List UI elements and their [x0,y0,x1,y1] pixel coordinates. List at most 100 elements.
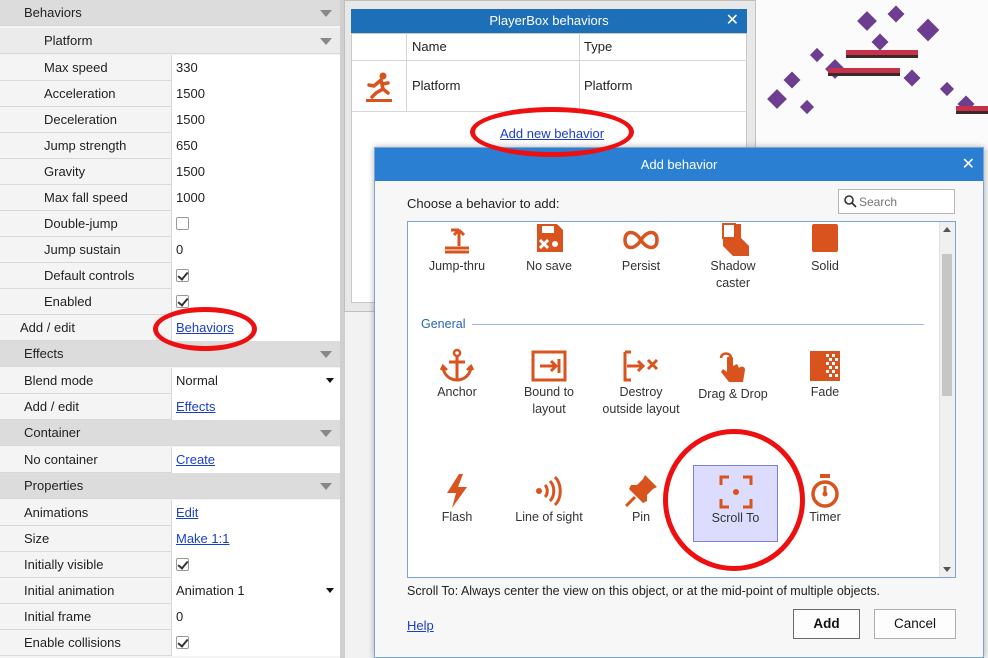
prop-row-deceleration[interactable]: Deceleration 1500 [0,107,340,133]
scrollbar-thumb[interactable] [942,254,952,396]
behavior-tile-scroll-to[interactable]: Scroll To [693,465,778,542]
scroll-to-icon [719,475,752,509]
add-behavior-dialog: Add behavior ✕ Choose a behavior to add:… [374,147,984,658]
behavior-tile-bound-to-layout[interactable]: Bound to layout [509,348,589,428]
tile-decoration [857,11,877,31]
tile-decoration [783,71,801,89]
behavior-tile-no-save[interactable]: No save [509,222,589,302]
prop-row-gravity[interactable]: Gravity 1500 [0,159,340,185]
add-new-behavior-link[interactable]: Add new behavior [500,126,604,141]
choose-behavior-prompt: Choose a behavior to add: [407,196,560,211]
prop-row-blend-mode[interactable]: Blend mode Normal [0,368,340,394]
prop-row-acceleration[interactable]: Acceleration 1500 [0,81,340,107]
general-category-label: General [421,317,466,331]
pin-icon [624,475,657,508]
make-1-1-link[interactable]: Make 1:1 [176,531,229,546]
effects-link[interactable]: Effects [176,399,216,414]
table-row[interactable]: Platform Platform [352,61,746,112]
prop-row-default-controls[interactable]: Default controls [0,263,340,289]
behavior-tile-fade[interactable]: Fade [785,348,865,428]
behavior-description: Scroll To: Always center the view on thi… [407,584,880,598]
behaviors-section-header[interactable]: Behaviors [0,0,340,26]
behavior-tile-destroy-outside-layout[interactable]: Destroy outside layout [601,348,681,428]
behavior-tile-line-of-sight[interactable]: Line of sight [509,473,589,553]
prop-row-enable-collisions[interactable]: Enable collisions [0,630,340,656]
properties-section-header[interactable]: Properties [0,473,340,499]
tile-decoration [887,5,905,23]
platform-sprite[interactable] [846,50,918,58]
effects-section-header[interactable]: Effects [0,341,340,367]
enabled-checkbox[interactable] [176,295,189,309]
close-icon[interactable]: ✕ [962,148,975,181]
search-icon [844,195,857,211]
cancel-button[interactable]: Cancel [874,609,956,639]
edit-animations-link[interactable]: Edit [176,505,198,520]
solid-icon [812,224,838,252]
column-type-header: Type [584,39,613,54]
collapse-arrow-icon[interactable] [320,10,332,17]
list-scrollbar[interactable] [939,222,955,577]
behavior-tile-persist[interactable]: Persist [601,222,681,302]
prop-row-max-fall-speed[interactable]: Max fall speed 1000 [0,185,340,211]
prop-row-jump-strength[interactable]: Jump strength 650 [0,133,340,159]
behaviors-link[interactable]: Behaviors [176,320,234,335]
platform-behavior-icon [364,71,394,106]
prop-row-double-jump[interactable]: Double-jump [0,211,340,237]
collapse-arrow-icon[interactable] [320,430,332,437]
behavior-tile-anchor[interactable]: Anchor [417,348,497,428]
platform-group-header[interactable]: Platform [0,28,340,54]
drag-drop-icon [719,352,745,382]
no-save-icon [537,224,563,252]
add-button[interactable]: Add [793,609,860,639]
help-link[interactable]: Help [407,618,434,633]
enable-collisions-checkbox[interactable] [176,636,189,650]
prop-row-initially-visible[interactable]: Initially visible [0,552,340,578]
prop-row-jump-sustain[interactable]: Jump sustain 0 [0,237,340,263]
container-section-header[interactable]: Container [0,420,340,446]
platform-sprite[interactable] [956,106,988,114]
add-behavior-titlebar[interactable]: Add behavior ✕ [375,148,983,181]
collapse-arrow-icon[interactable] [320,38,332,45]
layout-view[interactable] [756,0,988,150]
behavior-tile-jump-thru[interactable]: Jump-thru [417,222,497,302]
properties-panel: Behaviors Platform Max speed 330 Accelera… [0,0,340,658]
line-of-sight-icon [536,475,562,507]
default-controls-checkbox[interactable] [176,269,189,283]
tile-decoration [903,69,921,87]
search-input[interactable] [859,193,951,211]
search-box[interactable] [838,189,955,214]
behavior-list[interactable]: Jump-thru No save Persist Shadow caster … [407,221,956,578]
playerbox-dialog-titlebar[interactable]: PlayerBox behaviors ✕ [351,9,747,33]
tile-decoration [916,18,940,42]
collapse-arrow-icon[interactable] [320,483,332,490]
fade-icon [810,351,840,381]
close-icon[interactable]: ✕ [726,9,739,33]
create-container-link[interactable]: Create [176,452,215,467]
prop-row-enabled[interactable]: Enabled [0,289,340,315]
category-divider [472,324,924,325]
prop-row-max-speed[interactable]: Max speed 330 [0,55,340,81]
collapse-arrow-icon[interactable] [320,351,332,358]
behavior-tile-timer[interactable]: Timer [785,473,865,553]
behavior-tile-solid[interactable]: Solid [785,222,865,302]
behavior-tile-pin[interactable]: Pin [601,473,681,553]
scroll-up-arrow-icon[interactable] [943,227,951,232]
tile-decoration [767,89,787,109]
bound-to-layout-icon [531,350,567,382]
behavior-tile-drag-drop[interactable]: Drag & Drop [693,348,773,428]
platform-sprite[interactable] [828,68,900,76]
blend-mode-select[interactable]: Normal [171,368,340,394]
prop-row-initial-animation[interactable]: Initial animation Animation 1 [0,578,340,604]
scroll-down-arrow-icon[interactable] [943,567,951,572]
prop-row-add-edit-effects: Add / edit Effects [0,394,340,420]
behavior-tile-flash[interactable]: Flash [417,473,497,553]
behavior-tile-shadow-caster[interactable]: Shadow caster [693,222,773,302]
double-jump-checkbox[interactable] [176,217,189,231]
tile-decoration [871,33,889,51]
timer-icon [811,474,839,508]
initially-visible-checkbox[interactable] [176,558,189,572]
initial-animation-select[interactable]: Animation 1 [171,578,340,604]
anchor-icon [439,348,475,382]
flash-icon [447,474,467,508]
prop-row-initial-frame[interactable]: Initial frame 0 [0,604,340,630]
